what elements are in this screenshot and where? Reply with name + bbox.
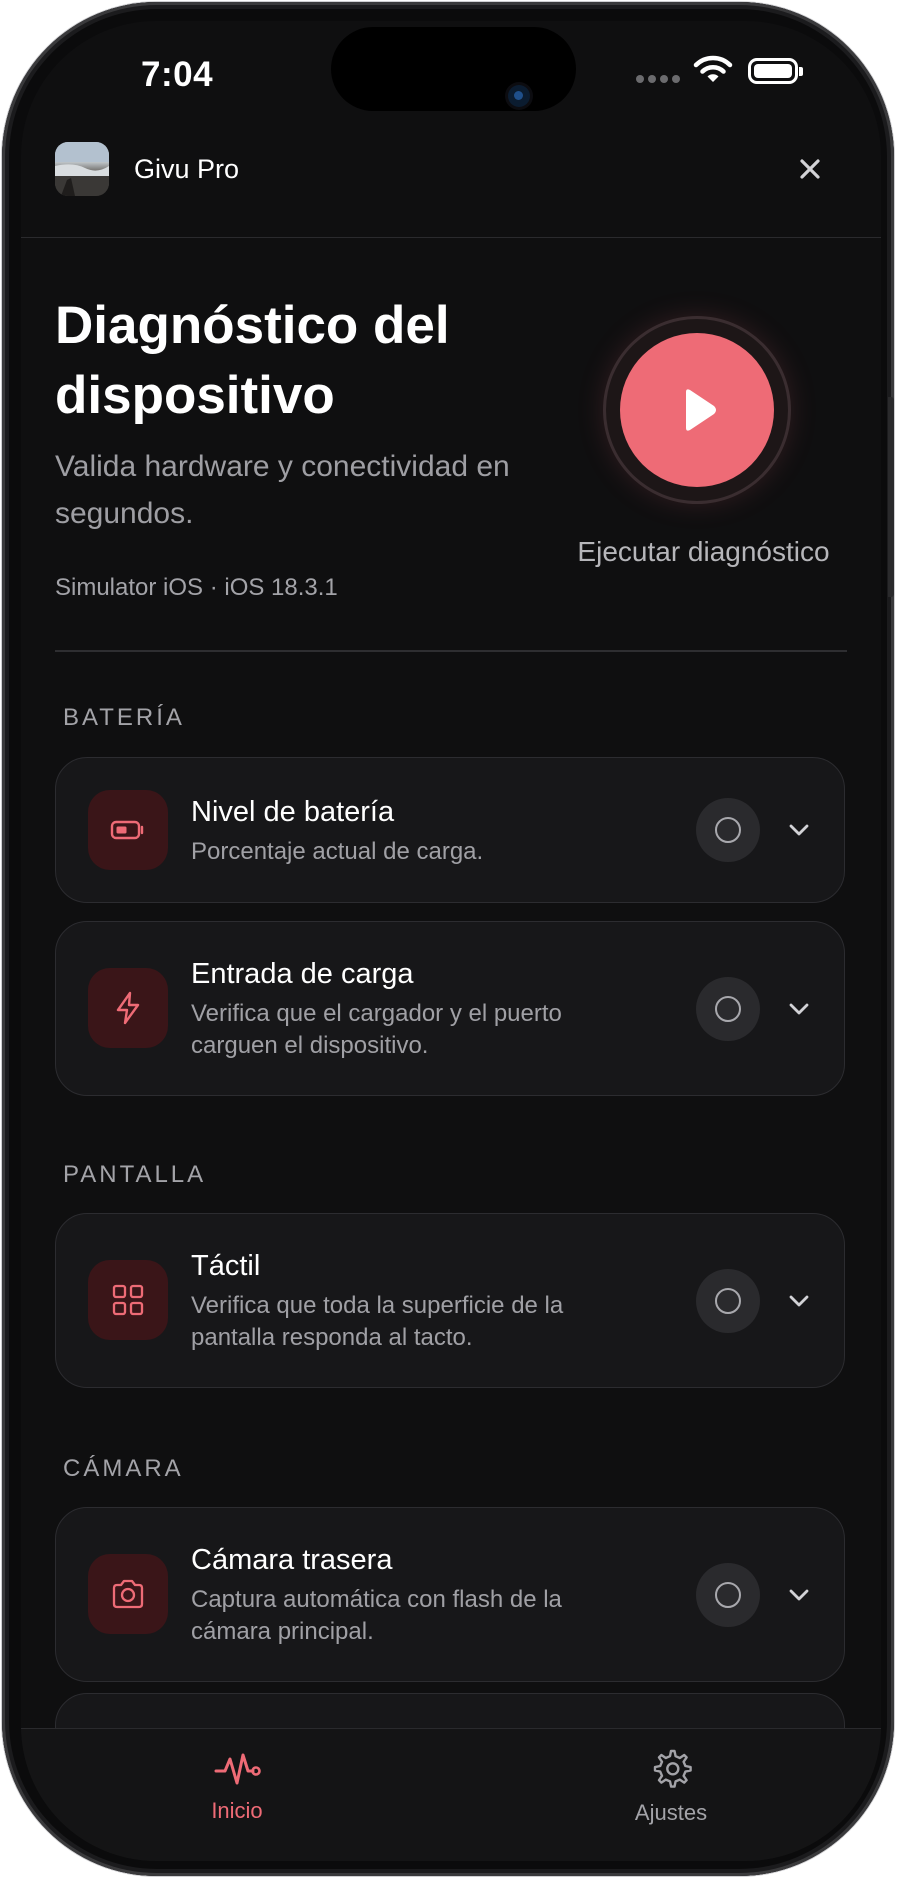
status-pending-icon bbox=[696, 798, 760, 862]
test-title: Cámara trasera bbox=[191, 1544, 393, 1576]
divider bbox=[55, 650, 847, 652]
status-pending-icon bbox=[696, 977, 760, 1041]
device-info: Simulator iOS · iOS 18.3.1 bbox=[55, 574, 338, 601]
gear-icon bbox=[653, 1749, 692, 1788]
camera-icon bbox=[88, 1554, 168, 1634]
test-description: Verifica que toda la superficie de la pa… bbox=[191, 1292, 564, 1351]
cellular-signal-icon bbox=[636, 75, 680, 83]
app-bar: Givu Pro bbox=[21, 121, 881, 238]
tab-ajustes[interactable]: Ajustes bbox=[591, 1747, 751, 1826]
test-card-rear-camera[interactable]: Cámara trasera Captura automática con fl… bbox=[55, 1507, 845, 1682]
run-diagnostic-label[interactable]: Ejecutar diagnóstico bbox=[561, 536, 846, 568]
section-title-bateria: BATERÍA bbox=[63, 704, 185, 731]
test-title: Táctil bbox=[191, 1250, 261, 1282]
tab-label: Ajustes bbox=[634, 1800, 708, 1825]
chevron-down-icon[interactable] bbox=[786, 817, 812, 843]
status-bar: 7:04 bbox=[21, 21, 881, 121]
close-icon[interactable] bbox=[792, 151, 828, 187]
play-icon bbox=[686, 389, 716, 431]
chevron-down-icon[interactable] bbox=[786, 1288, 812, 1314]
test-card-battery-level[interactable]: Nivel de batería Porcentaje actual de ca… bbox=[55, 757, 845, 903]
screen: 7:04 Givu Pro Diagnóstico del dispositiv… bbox=[21, 21, 881, 1861]
chevron-down-icon[interactable] bbox=[786, 996, 812, 1022]
section-title-camara: CÁMARA bbox=[63, 1455, 184, 1482]
tab-inicio[interactable]: Inicio bbox=[157, 1747, 317, 1824]
status-pending-icon bbox=[696, 1269, 760, 1333]
chevron-down-icon[interactable] bbox=[786, 1582, 812, 1608]
test-title: Entrada de carga bbox=[191, 958, 414, 990]
dynamic-island bbox=[331, 27, 576, 111]
status-time: 7:04 bbox=[141, 55, 214, 94]
status-pending-icon bbox=[696, 1563, 760, 1627]
grid-icon bbox=[88, 1260, 168, 1340]
test-description: Porcentaje actual de carga. bbox=[191, 838, 484, 865]
page-title: Diagnóstico del dispositivo bbox=[55, 296, 450, 425]
tab-bar: Inicio Ajustes bbox=[21, 1728, 881, 1861]
run-button-core[interactable] bbox=[620, 333, 774, 487]
run-diagnostic-button[interactable] bbox=[606, 319, 788, 501]
tab-label: Inicio bbox=[211, 1798, 263, 1823]
section-title-pantalla: PANTALLA bbox=[63, 1161, 207, 1188]
battery-status-icon bbox=[748, 58, 803, 84]
app-icon bbox=[55, 142, 109, 196]
app-name: Givu Pro bbox=[134, 154, 240, 184]
test-title: Nivel de batería bbox=[191, 796, 395, 828]
wifi-icon bbox=[693, 55, 733, 82]
pulse-icon bbox=[214, 1753, 261, 1785]
battery-icon bbox=[88, 790, 168, 870]
page-subtitle: Valida hardware y conectividad en segund… bbox=[55, 450, 510, 530]
test-description: Verifica que el cargador y el puerto car… bbox=[191, 1000, 562, 1059]
test-card-charging-input[interactable]: Entrada de carga Verifica que el cargado… bbox=[55, 921, 845, 1096]
test-description: Captura automática con flash de la cámar… bbox=[191, 1586, 562, 1645]
bolt-icon bbox=[88, 968, 168, 1048]
test-card-touch[interactable]: Táctil Verifica que toda la superficie d… bbox=[55, 1213, 845, 1388]
front-camera-icon bbox=[508, 85, 530, 107]
device-frame: 7:04 Givu Pro Diagnóstico del dispositiv… bbox=[2, 2, 894, 1876]
side-button bbox=[888, 397, 894, 597]
